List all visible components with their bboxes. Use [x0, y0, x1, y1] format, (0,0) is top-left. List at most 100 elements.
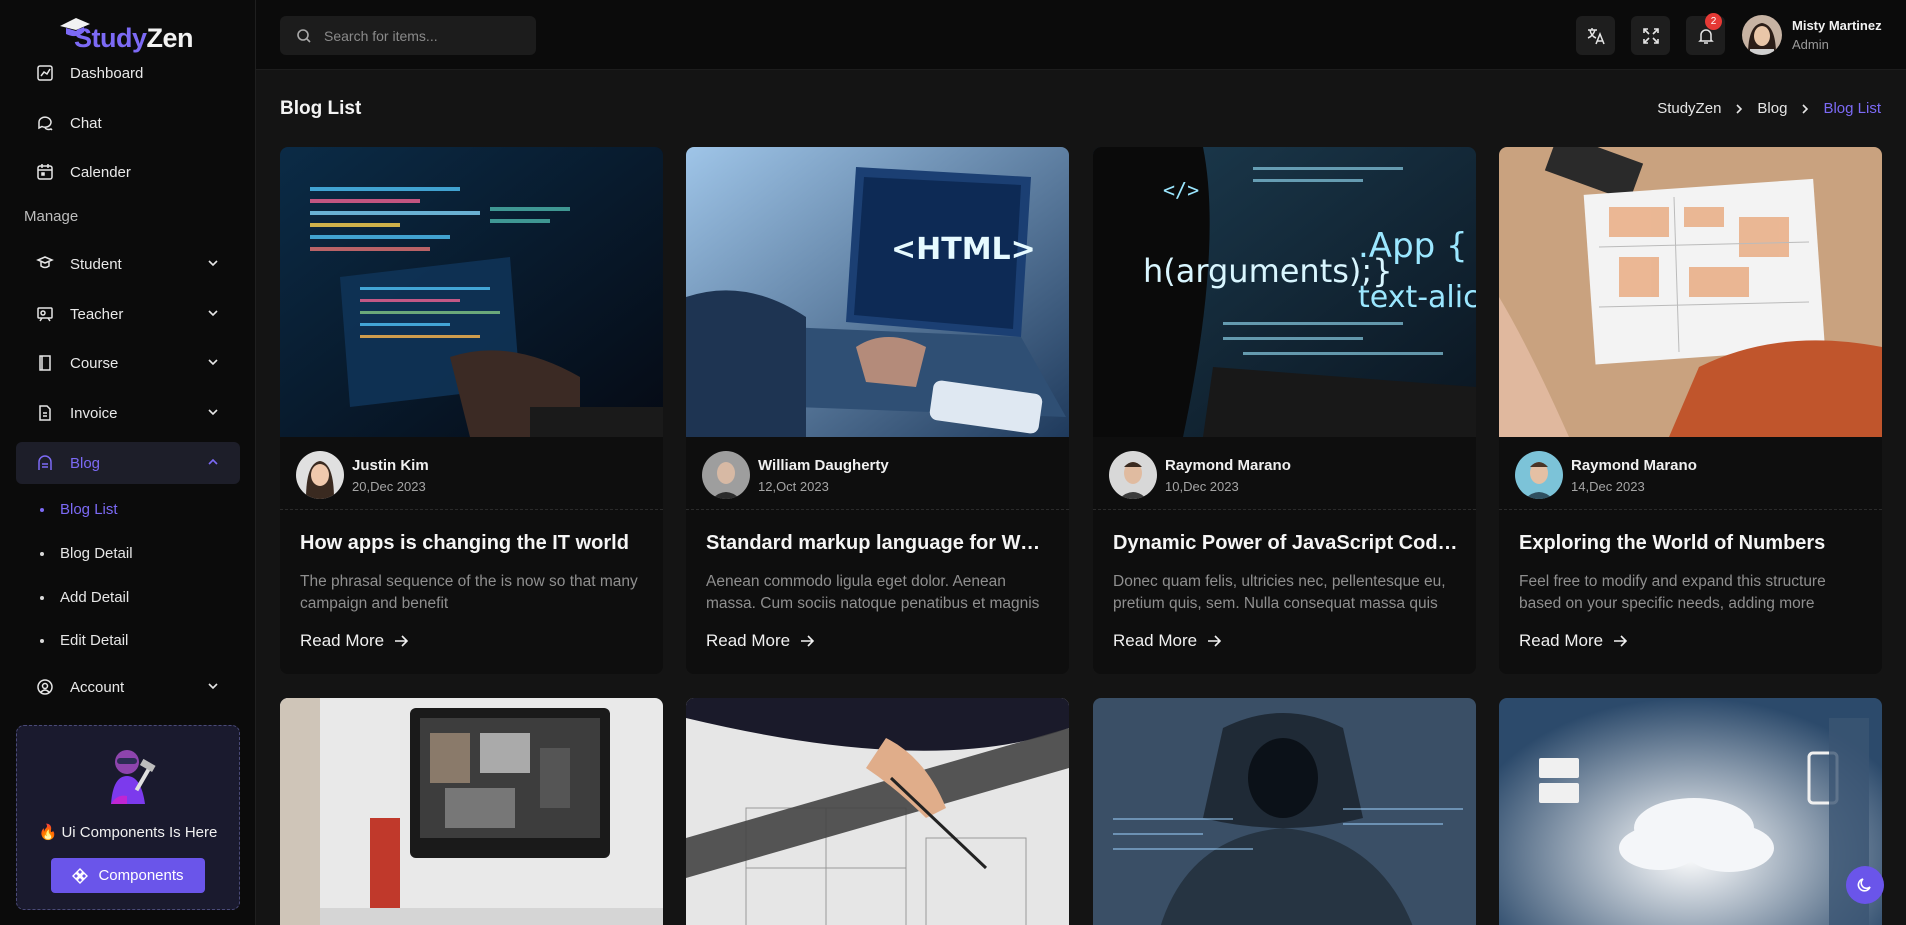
section-label-manage: Manage: [24, 208, 79, 225]
blog-card[interactable]: [1093, 698, 1476, 925]
moon-icon: [1857, 878, 1871, 892]
sidebar-item-calender[interactable]: Calender: [16, 151, 240, 193]
fullscreen-icon: [1642, 27, 1659, 44]
read-more-link[interactable]: Read More: [706, 631, 815, 651]
post-date: 14,Dec 2023: [1571, 478, 1645, 494]
blog-thumbnail[interactable]: [1499, 147, 1882, 437]
sidebar-item-label: Calender: [70, 163, 131, 181]
author-name: Justin Kim: [352, 456, 429, 474]
components-button[interactable]: Components: [51, 858, 205, 893]
user-name: Misty Martinez: [1792, 18, 1882, 33]
sidebar-item-invoice[interactable]: Invoice: [16, 392, 240, 434]
user-role: Admin: [1792, 37, 1829, 52]
promo-text: 🔥 Ui Components Is Here: [38, 824, 218, 841]
sidebar-subitem-edit-detail[interactable]: Edit Detail: [40, 632, 128, 649]
sidebar-item-teacher[interactable]: Teacher: [16, 293, 240, 335]
chevron-down-icon: [208, 683, 218, 690]
teacher-icon: [36, 305, 54, 323]
read-more-link[interactable]: Read More: [1519, 631, 1628, 651]
sidebar-item-student[interactable]: Student: [16, 243, 240, 285]
top-header: 2 Misty Martinez Admin: [256, 0, 1906, 70]
sidebar-subitem-add-detail[interactable]: Add Detail: [40, 589, 129, 606]
chat-icon: [36, 114, 54, 132]
author-avatar: [1109, 451, 1157, 499]
sidebar-item-account[interactable]: Account: [16, 666, 240, 708]
chevron-up-icon: [208, 458, 218, 465]
author-name: Raymond Marano: [1571, 456, 1697, 474]
chevron-down-icon: [208, 260, 218, 267]
svg-text:<HTML>: <HTML>: [891, 232, 1036, 267]
astronaut-illustration: [111, 750, 156, 804]
blog-excerpt: Aenean commodo ligula eget dolor. Aenean…: [706, 573, 1040, 612]
blog-card[interactable]: Raymond Marano 14,Dec 2023 Exploring the…: [1499, 147, 1882, 674]
blog-thumbnail[interactable]: </> h(arguments);} .App { text-alic: [1093, 147, 1476, 437]
blog-icon: [36, 454, 54, 472]
user-menu[interactable]: Misty Martinez Admin: [1742, 15, 1882, 55]
chevron-down-icon: [208, 359, 218, 366]
arrow-right-icon: [801, 635, 815, 647]
theme-toggle-button[interactable]: [1846, 866, 1884, 904]
read-more-link[interactable]: Read More: [1113, 631, 1222, 651]
sidebar-item-blog[interactable]: Blog: [16, 442, 240, 484]
blog-card[interactable]: </> h(arguments);} .App { text-alic Raym…: [1093, 147, 1476, 674]
sidebar-item-label: Student: [70, 255, 122, 273]
sidebar-item-label: Blog: [70, 454, 101, 472]
blog-excerpt: Donec quam felis, ultricies nec, pellent…: [1113, 573, 1446, 612]
invoice-icon: [36, 404, 54, 422]
blog-title[interactable]: How apps is changing the IT world: [300, 532, 645, 555]
notifications-button[interactable]: 2: [1686, 13, 1725, 55]
arrow-right-icon: [395, 635, 409, 647]
search-icon: [297, 28, 311, 43]
svg-text:.App {: .App {: [1358, 226, 1468, 266]
notification-badge: 2: [1705, 13, 1722, 30]
svg-text:h(arguments);}: h(arguments);}: [1143, 252, 1393, 290]
components-icon: [72, 867, 89, 884]
sidebar-subitem-blog-detail[interactable]: Blog Detail: [40, 545, 133, 562]
blog-thumbnail[interactable]: [1093, 698, 1476, 925]
blog-title[interactable]: Standard markup language for Web pages: [706, 532, 1051, 555]
breadcrumb-item-current: Blog List: [1823, 100, 1881, 117]
blog-card[interactable]: [686, 698, 1069, 925]
blog-title[interactable]: Exploring the World of Numbers: [1519, 532, 1864, 555]
chevron-right-icon: [1799, 103, 1811, 115]
blog-card[interactable]: [1499, 698, 1882, 925]
blog-card[interactable]: <HTML> William Daugherty 12,Oct 2023 Sta…: [686, 147, 1069, 674]
sidebar-item-label: Invoice: [70, 404, 118, 422]
author-name: William Daugherty: [758, 456, 889, 474]
translate-icon: [1587, 27, 1605, 44]
sidebar-item-chat[interactable]: Chat: [16, 102, 240, 144]
fullscreen-button[interactable]: [1631, 16, 1670, 55]
author-avatar: [702, 451, 750, 499]
account-icon: [36, 678, 54, 696]
sidebar-item-label: Account: [70, 678, 125, 696]
components-promo: 🔥 Ui Components Is Here Components: [16, 725, 240, 910]
breadcrumb-item-blog[interactable]: Blog: [1757, 100, 1787, 117]
sidebar-item-dashboard[interactable]: Dashboard: [16, 52, 240, 94]
graduation-cap-icon: [60, 18, 90, 37]
avatar: [1742, 15, 1782, 55]
student-icon: [36, 255, 54, 273]
blog-thumbnail[interactable]: [686, 698, 1069, 925]
post-date: 20,Dec 2023: [352, 478, 426, 494]
blog-title[interactable]: Dynamic Power of JavaScript Coding: [1113, 532, 1458, 555]
chevron-right-icon: [1733, 103, 1745, 115]
blog-thumbnail[interactable]: [280, 147, 663, 437]
blog-card[interactable]: [280, 698, 663, 925]
blog-thumbnail[interactable]: <HTML>: [686, 147, 1069, 437]
sidebar-item-label: Course: [70, 354, 119, 372]
read-more-link[interactable]: Read More: [300, 631, 409, 651]
translate-button[interactable]: [1576, 16, 1615, 55]
blog-card[interactable]: Justin Kim 20,Dec 2023 How apps is chang…: [280, 147, 663, 674]
chevron-down-icon: [208, 310, 218, 317]
breadcrumb-item-home[interactable]: StudyZen: [1657, 100, 1721, 117]
arrow-right-icon: [1614, 635, 1628, 647]
blog-thumbnail[interactable]: [280, 698, 663, 925]
chevron-down-icon: [208, 409, 218, 416]
search-input[interactable]: [324, 27, 524, 44]
blog-thumbnail[interactable]: [1499, 698, 1882, 925]
search-box[interactable]: [280, 16, 536, 55]
sidebar-item-course[interactable]: Course: [16, 342, 240, 384]
sidebar-subitem-blog-list[interactable]: Blog List: [40, 501, 118, 518]
sidebar-item-label: Teacher: [70, 305, 124, 323]
dashboard-icon: [36, 64, 54, 82]
